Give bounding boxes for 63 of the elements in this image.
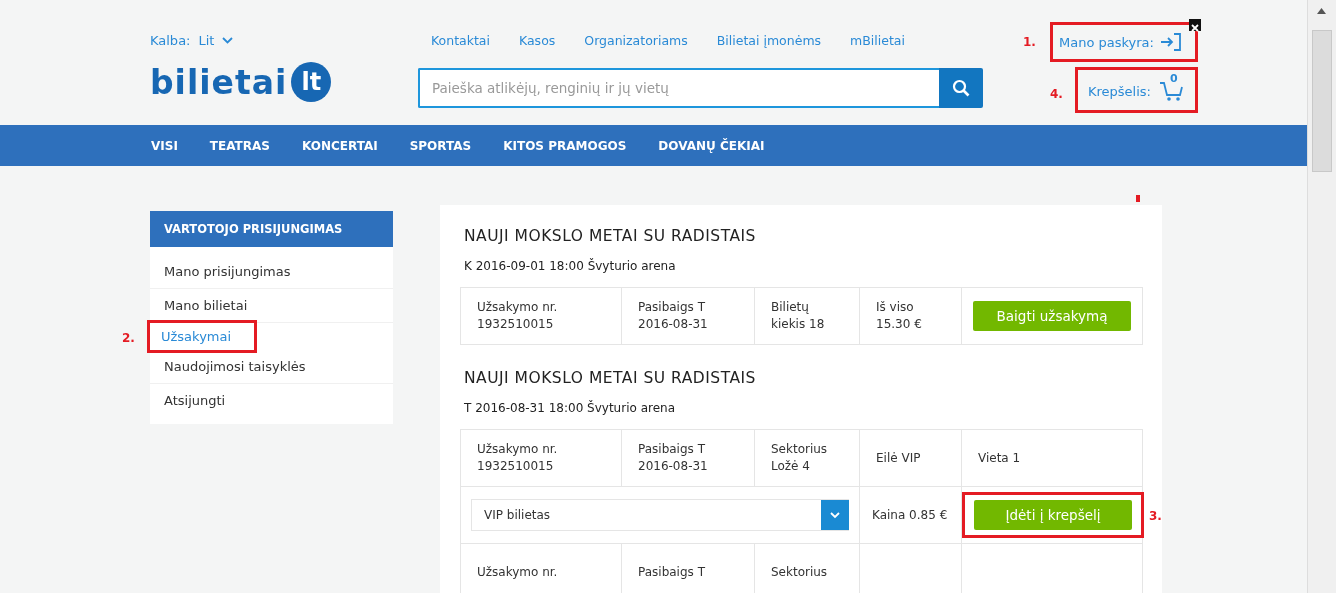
sidebar-item[interactable]: Atsijungti [150, 384, 393, 417]
cell-value: Ložė 4 [771, 458, 811, 475]
sidebar-item[interactable]: Mano bilietai [150, 289, 393, 323]
top-link[interactable]: Organizatoriams [584, 33, 688, 48]
scrollbar[interactable] [1307, 0, 1336, 593]
annotation-mark [1136, 195, 1140, 202]
table-cell: Kaina 0.85 € [859, 487, 961, 543]
cell-label: Pasibaigs T [638, 441, 706, 458]
cart-count: 0 [1170, 72, 1178, 85]
cell-label: Eilė VIP [876, 449, 922, 467]
nav-link[interactable]: TEATRAS [209, 138, 270, 153]
top-link[interactable]: Bilietai įmonėms [716, 33, 822, 48]
annotation-number: 3. [1149, 509, 1162, 523]
scrollbar-thumb[interactable] [1312, 30, 1332, 172]
cell-value: 15.30 € [876, 316, 923, 333]
top-link[interactable]: Kasos [519, 33, 556, 48]
cell-value: 1932510015 [477, 458, 555, 475]
nav-link[interactable]: KITOS PRAMOGOS [503, 138, 627, 153]
cell-value: 2016-08-31 [638, 316, 709, 333]
cell-value: 1932510015 [477, 316, 555, 333]
cell-label: Užsakymo nr. [477, 563, 559, 581]
cell-label: Sektorius [771, 563, 829, 581]
sidebar-item[interactable]: Mano prisijungimas [150, 255, 393, 289]
cart-icon [1159, 80, 1185, 102]
sidebar-item[interactable]: Užsakymai [150, 323, 254, 350]
chevron-down-icon [821, 500, 849, 530]
account-link[interactable]: Mano paskyra: [1053, 25, 1188, 59]
cell-label: Pasibaigs T [638, 299, 706, 316]
annotation-number: 1. [1023, 35, 1036, 49]
event-details: K 2016-09-01 18:00 Švyturio arena [464, 259, 677, 273]
cell-label: Bilietų [771, 299, 810, 316]
search-field[interactable]: Paieška atlikėjų, renginių ir jų vietų [418, 68, 939, 108]
nav-link[interactable]: KONCERTAI [301, 138, 378, 153]
cell-value: 2016-08-31 [638, 458, 709, 475]
top-link[interactable]: Kontaktai [431, 33, 490, 48]
cell-label: Sektorius [771, 441, 829, 458]
close-icon[interactable] [1189, 19, 1201, 31]
chevron-down-icon[interactable] [222, 37, 234, 44]
search-icon[interactable] [939, 68, 983, 108]
cell-value: kiekis 18 [771, 316, 826, 333]
sign-in-icon [1159, 33, 1182, 51]
nav-link[interactable]: SPORTAS [409, 138, 472, 153]
logo[interactable]: bilietai lt [150, 62, 418, 102]
ticket-type-select[interactable]: VIP bilietas [471, 499, 849, 531]
scroll-up-icon[interactable] [1317, 8, 1326, 14]
cell-label: Užsakymo nr. [477, 441, 559, 458]
language-select[interactable]: Lit [198, 33, 215, 48]
sidebar-title: VARTOTOJO PRISIJUNGIMAS [150, 211, 393, 247]
nav-link[interactable]: DOVANŲ ČEKIAI [658, 138, 765, 153]
annotation-number: 2. [122, 331, 135, 345]
annotation-number: 4. [1050, 87, 1063, 101]
event-title: NAUJI MOKSLO METAI SU RADISTAIS [464, 369, 757, 387]
cell-label: Vieta 1 [978, 449, 1022, 467]
nav-link[interactable]: VISI [151, 138, 178, 153]
cell-label: Pasibaigs T [638, 563, 706, 581]
top-link[interactable]: mBilietai [850, 33, 905, 48]
cart-link[interactable]: Krepšelis: 0 [1078, 70, 1195, 110]
event-details: T 2016-08-31 18:00 Švyturio arena [464, 401, 676, 415]
sidebar-item[interactable]: Naudojimosi taisyklės [150, 350, 393, 384]
event-title: NAUJI MOKSLO METAI SU RADISTAIS [464, 227, 757, 245]
cell-label: Iš viso [876, 299, 915, 316]
cell-label: Užsakymo nr. [477, 299, 559, 316]
language-label: Kalba: [150, 33, 191, 48]
